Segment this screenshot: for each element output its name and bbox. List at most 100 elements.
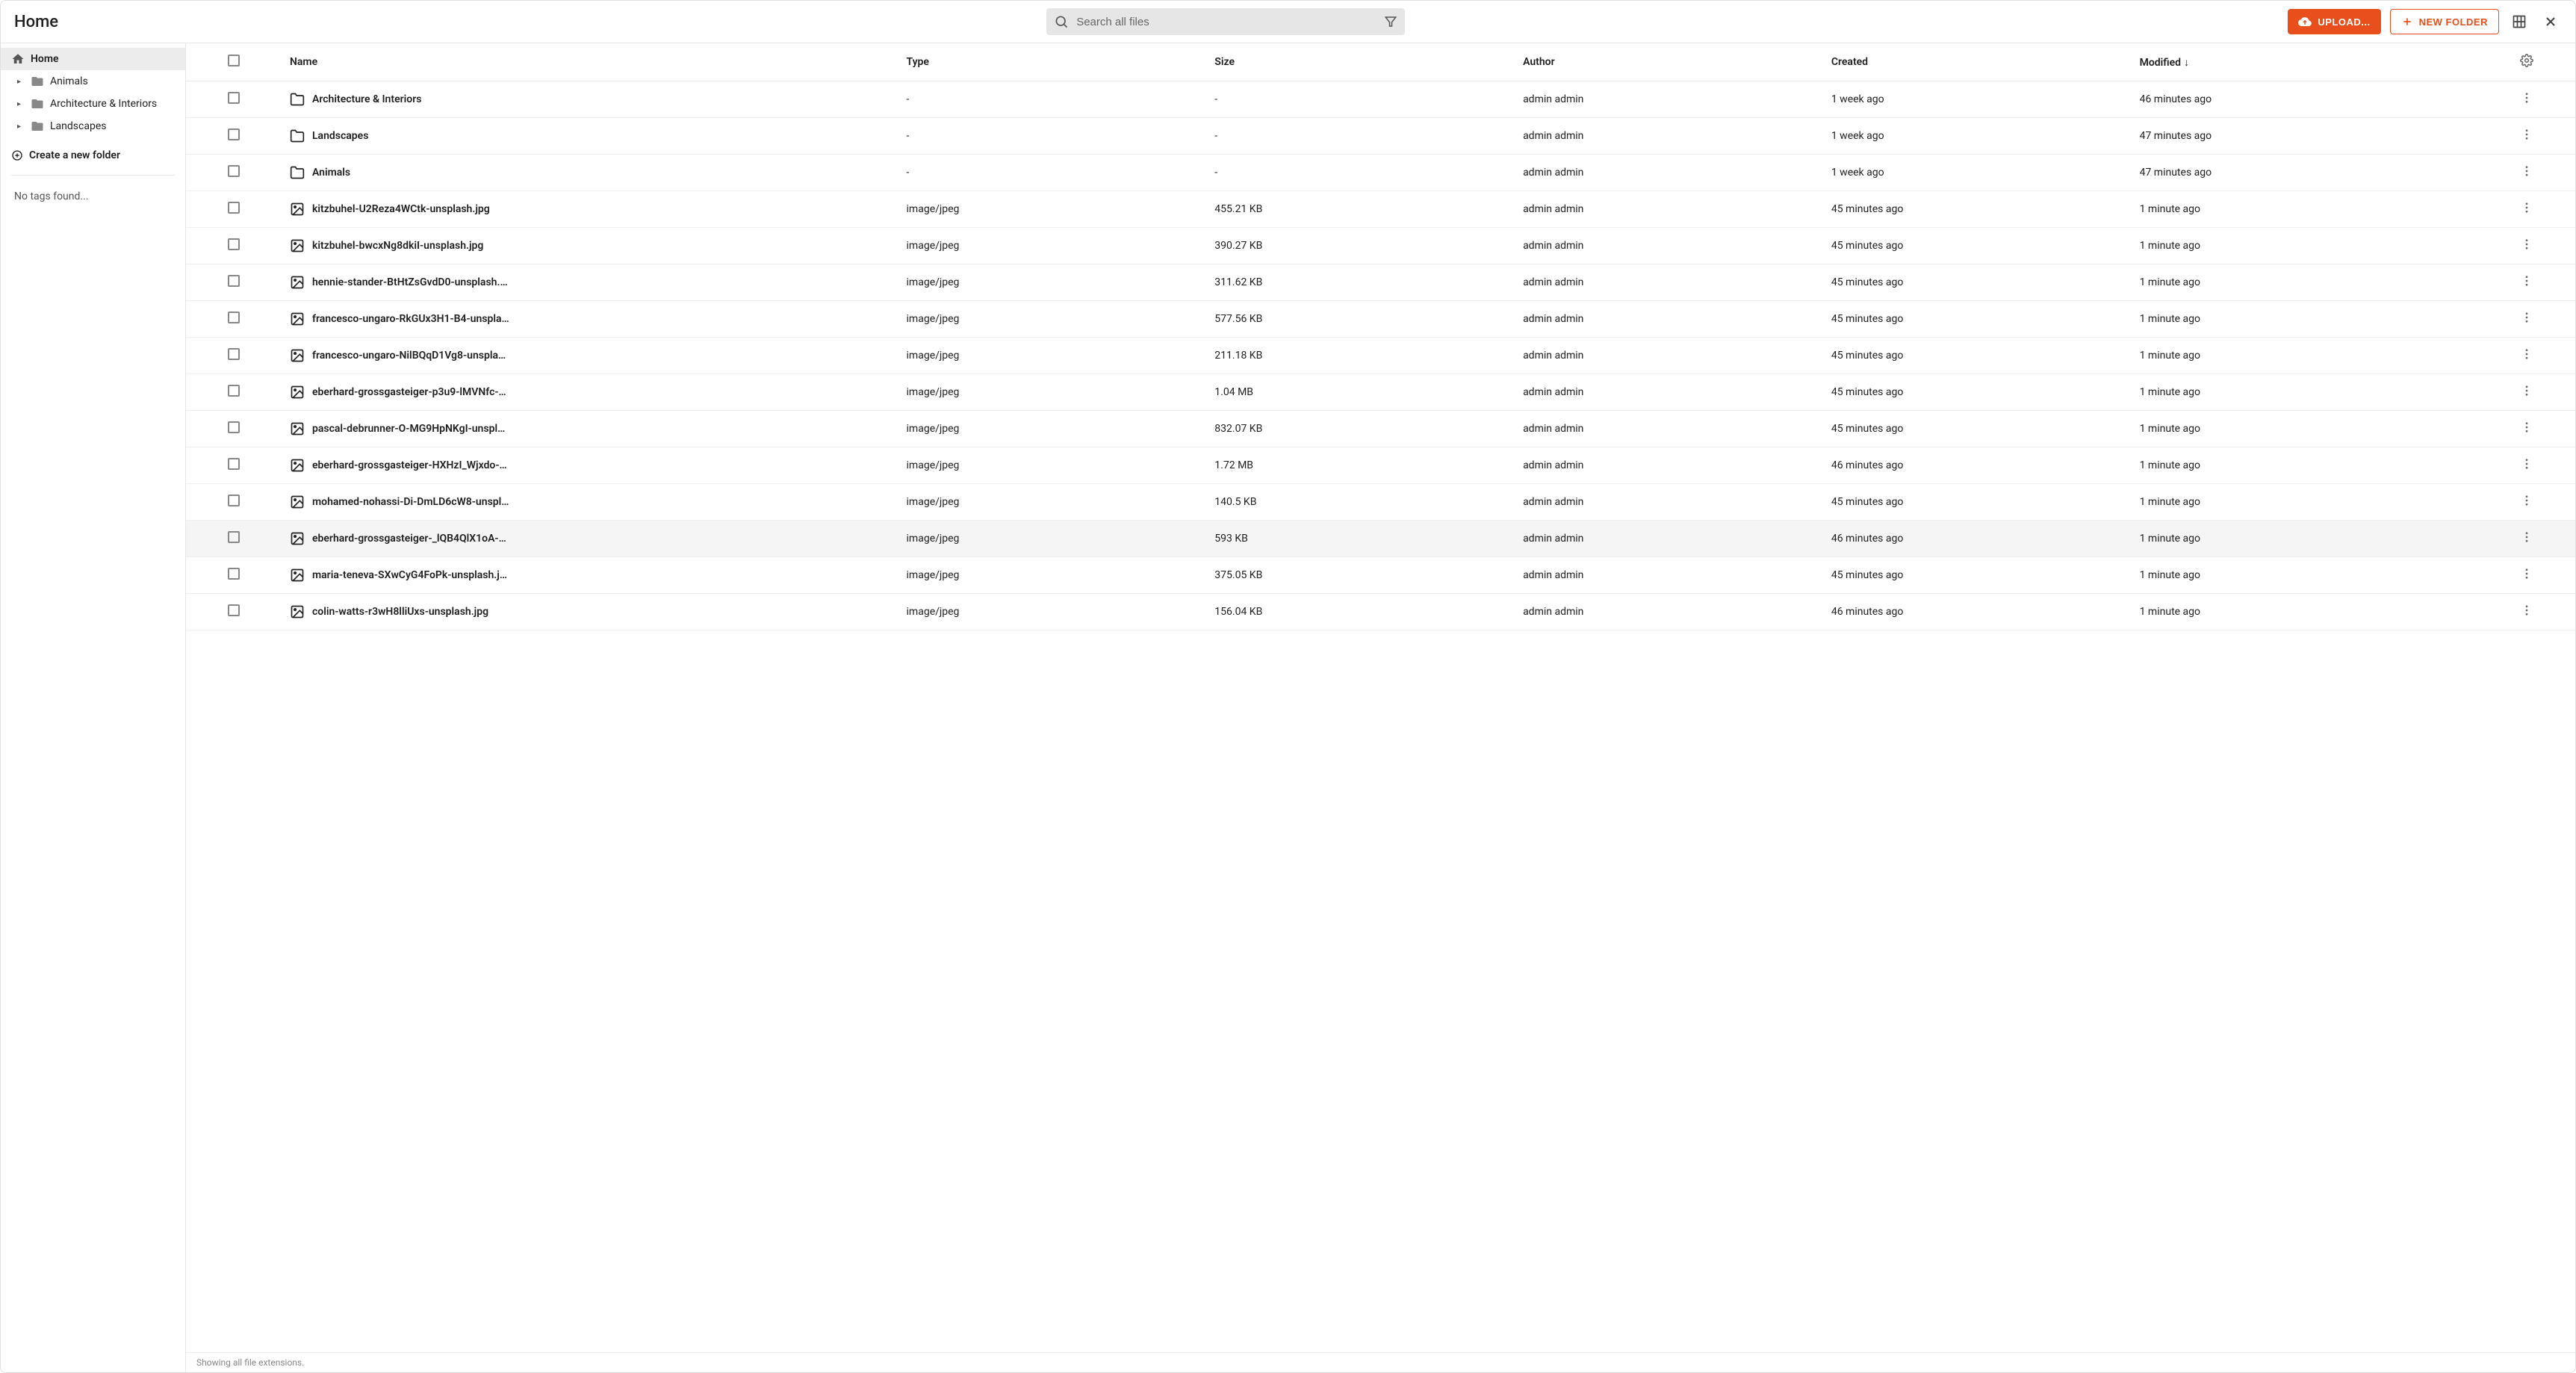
table-row[interactable]: Landscapes--admin admin1 week ago47 minu… <box>186 118 2575 155</box>
select-all-checkbox[interactable] <box>228 55 240 66</box>
row-checkbox[interactable] <box>228 348 240 360</box>
row-size: 832.07 KB <box>1207 411 1515 447</box>
row-author: admin admin <box>1515 301 1824 338</box>
row-checkbox[interactable] <box>228 92 240 104</box>
folder-filled-icon <box>31 97 44 111</box>
row-modified: 46 minutes ago <box>2132 81 2479 118</box>
row-name: kitzbuhel-bwcxNg8dkiI-unsplash.jpg <box>312 240 483 252</box>
row-author: admin admin <box>1515 264 1824 301</box>
folder-outline-icon <box>290 128 305 143</box>
tree-item-folder[interactable]: ▸Animals <box>1 70 185 93</box>
row-modified: 1 minute ago <box>2132 191 2479 228</box>
upload-button[interactable]: UPLOAD... <box>2288 9 2380 34</box>
row-type: image/jpeg <box>899 228 1208 264</box>
select-all-header[interactable] <box>186 43 282 81</box>
image-icon <box>290 202 305 217</box>
row-author: admin admin <box>1515 338 1824 374</box>
table-row[interactable]: mohamed-nohassi-Di-DmLD6cW8-unsplash.jpg… <box>186 484 2575 521</box>
tree-item-home[interactable]: Home <box>1 48 185 70</box>
row-more-button[interactable] <box>2520 128 2533 141</box>
row-type: image/jpeg <box>899 594 1208 630</box>
row-more-button[interactable] <box>2520 347 2533 361</box>
table-row[interactable]: pascal-debrunner-O-MG9HpNKgI-unsplash.jp… <box>186 411 2575 447</box>
row-checkbox[interactable] <box>228 604 240 616</box>
image-icon <box>290 604 305 619</box>
table-row[interactable]: eberhard-grossgasteiger-_lQB4QlX1oA-unsp… <box>186 521 2575 557</box>
row-created: 45 minutes ago <box>1824 338 2132 374</box>
row-checkbox[interactable] <box>228 385 240 397</box>
table-row[interactable]: eberhard-grossgasteiger-p3u9-lMVNfc-unsp… <box>186 374 2575 411</box>
file-table-wrap[interactable]: Name Type Size Author Created Modified↓ <box>186 43 2575 1352</box>
row-name: francesco-ungaro-NilBQqD1Vg8-unsplash.jp… <box>312 350 510 362</box>
table-row[interactable]: hennie-stander-BtHtZsGvdD0-unsplash.jpgi… <box>186 264 2575 301</box>
row-type: - <box>899 81 1208 118</box>
caret-right-icon[interactable]: ▸ <box>17 100 25 108</box>
row-more-button[interactable] <box>2520 274 2533 288</box>
row-more-button[interactable] <box>2520 494 2533 507</box>
new-folder-button[interactable]: NEW FOLDER <box>2390 9 2499 34</box>
table-row[interactable]: kitzbuhel-bwcxNg8dkiI-unsplash.jpg image/… <box>186 228 2575 264</box>
row-size: 156.04 KB <box>1207 594 1515 630</box>
row-author: admin admin <box>1515 191 1824 228</box>
row-checkbox[interactable] <box>228 312 240 323</box>
row-name: eberhard-grossgasteiger-HXHzI_Wjxdo-unsp… <box>312 459 510 471</box>
column-settings[interactable] <box>2479 43 2575 81</box>
row-more-button[interactable] <box>2520 201 2533 214</box>
column-header-created[interactable]: Created <box>1824 43 2132 81</box>
filter-icon[interactable] <box>1384 15 1397 28</box>
column-header-modified[interactable]: Modified↓ <box>2132 43 2479 81</box>
table-row[interactable]: francesco-ungaro-NilBQqD1Vg8-unsplash.jp… <box>186 338 2575 374</box>
row-size: 593 KB <box>1207 521 1515 557</box>
row-more-button[interactable] <box>2520 384 2533 397</box>
row-checkbox[interactable] <box>228 458 240 470</box>
row-checkbox[interactable] <box>228 495 240 506</box>
row-checkbox[interactable] <box>228 128 240 140</box>
row-more-button[interactable] <box>2520 530 2533 544</box>
row-more-button[interactable] <box>2520 457 2533 471</box>
row-more-button[interactable] <box>2520 164 2533 178</box>
gear-icon[interactable] <box>2520 54 2533 67</box>
row-name: kitzbuhel-U2Reza4WCtk-unsplash.jpg <box>312 203 490 215</box>
create-folder-action[interactable]: Create a new folder <box>1 142 185 169</box>
search-bar[interactable] <box>1046 8 1405 35</box>
row-checkbox[interactable] <box>228 165 240 177</box>
grid-view-button[interactable] <box>2508 10 2530 33</box>
table-row[interactable]: colin-watts-r3wH8lliUxs-unsplash.jpgimag… <box>186 594 2575 630</box>
row-author: admin admin <box>1515 521 1824 557</box>
tree-item-folder[interactable]: ▸ Landscapes <box>1 115 185 137</box>
close-button[interactable] <box>2539 10 2562 33</box>
column-header-type[interactable]: Type <box>899 43 1208 81</box>
header: Home UPLOAD... NEW FOLDER <box>1 1 2575 43</box>
row-size: 311.62 KB <box>1207 264 1515 301</box>
row-checkbox[interactable] <box>228 568 240 580</box>
column-header-author[interactable]: Author <box>1515 43 1824 81</box>
row-checkbox[interactable] <box>228 275 240 287</box>
row-more-button[interactable] <box>2520 604 2533 617</box>
row-more-button[interactable] <box>2520 238 2533 251</box>
row-more-button[interactable] <box>2520 421 2533 434</box>
row-more-button[interactable] <box>2520 311 2533 324</box>
table-row[interactable]: Architecture & Interiors--admin admin1 w… <box>186 81 2575 118</box>
row-type: - <box>899 155 1208 191</box>
table-row[interactable]: kitzbuhel-U2Reza4WCtk-unsplash.jpgimage/… <box>186 191 2575 228</box>
column-header-name[interactable]: Name <box>282 43 899 81</box>
row-checkbox[interactable] <box>228 421 240 433</box>
tags-empty-state: No tags found... <box>1 182 185 211</box>
row-checkbox[interactable] <box>228 238 240 250</box>
tree-item-folder[interactable]: ▸Architecture & Interiors <box>1 93 185 115</box>
table-row[interactable]: francesco-ungaro-RkGUx3H1-B4-unsplash.jp… <box>186 301 2575 338</box>
caret-right-icon[interactable]: ▸ <box>17 78 25 86</box>
caret-right-icon[interactable]: ▸ <box>17 123 25 131</box>
folder-outline-icon <box>290 165 305 180</box>
tree-item-label: Landscapes <box>50 120 106 132</box>
row-more-button[interactable] <box>2520 567 2533 580</box>
table-row[interactable]: maria-teneva-SXwCyG4FoPk-unsplash.jpgima… <box>186 557 2575 594</box>
row-name: hennie-stander-BtHtZsGvdD0-unsplash.jpg <box>312 276 510 288</box>
table-row[interactable]: Animals--admin admin1 week ago47 minutes… <box>186 155 2575 191</box>
table-row[interactable]: eberhard-grossgasteiger-HXHzI_Wjxdo-unsp… <box>186 447 2575 484</box>
search-input[interactable] <box>1076 16 1377 28</box>
row-checkbox[interactable] <box>228 531 240 543</box>
column-header-size[interactable]: Size <box>1207 43 1515 81</box>
row-more-button[interactable] <box>2520 91 2533 105</box>
row-checkbox[interactable] <box>228 202 240 214</box>
